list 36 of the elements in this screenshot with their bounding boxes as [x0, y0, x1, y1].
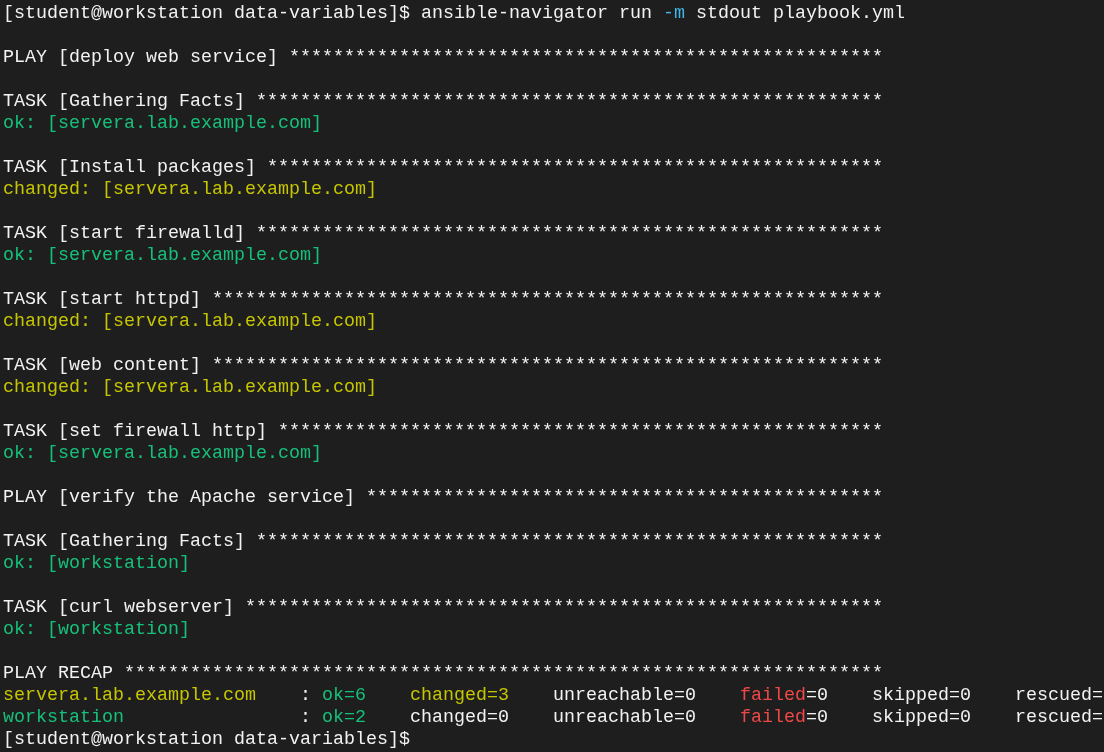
output-text: TASK [start httpd] ************************************************************* [3, 289, 883, 310]
output-text: TASK [web content] ************************************************************* [3, 355, 883, 376]
output-text: PLAY [deploy web service] ****************************************************** [3, 47, 883, 68]
ok-status: ok: [servera.lab.example.com] [3, 443, 322, 464]
ok-status: ok: [workstation] [3, 553, 190, 574]
changed-status: changed=3 [408, 685, 509, 706]
changed-status: changed: [servera.lab.example.com] [3, 377, 377, 398]
output-text: : [298, 707, 312, 728]
output-text: [student@workstation data-variables]$ [3, 729, 410, 750]
output-text: changed=0 unreachable=0 [408, 707, 697, 728]
output-text: [student@workstation data-variables]$ ansible-navigator run [3, 3, 653, 24]
option-text: -m [662, 3, 685, 24]
ok-status: ok: [servera.lab.example.com] [3, 113, 322, 134]
failed-label: failed [739, 685, 806, 706]
output-text: TASK [Gathering Facts] ********************************************************* [3, 91, 883, 112]
ok-status: ok: [servera.lab.example.com] [3, 245, 322, 266]
output-text: TASK [Install packages] ******************************************************** [3, 157, 883, 178]
output-text: unreachable=0 [551, 685, 697, 706]
changed-status: changed: [servera.lab.example.com] [3, 179, 377, 200]
changed-status: changed: [servera.lab.example.com] [3, 311, 377, 332]
output-text: =0 skipped=0 rescued= [805, 707, 1103, 728]
output-text: PLAY [verify the Apache service] *********************************************** [3, 487, 883, 508]
ok-status: workstation [3, 707, 124, 728]
output-text: =0 skipped=0 rescued= [805, 685, 1103, 706]
output-text: PLAY RECAP ********************************************************************* [3, 663, 883, 684]
output-text: TASK [Gathering Facts] ********************************************************* [3, 531, 883, 552]
output-text: stdout playbook.yml [694, 3, 905, 24]
output-text: TASK [start firewalld] ********************************************************* [3, 223, 883, 244]
ok-status: ok=6 [322, 685, 366, 706]
ok-status: ok=2 [322, 707, 366, 728]
changed-status: servera.lab.example.com [3, 685, 256, 706]
ok-status: ok: [workstation] [3, 619, 190, 640]
output-text: : [298, 685, 312, 706]
failed-label: failed [739, 707, 806, 728]
output-text: TASK [set firewall http] ******************************************************* [3, 421, 883, 442]
output-text: TASK [curl webserver] ********************************************************** [3, 597, 883, 618]
